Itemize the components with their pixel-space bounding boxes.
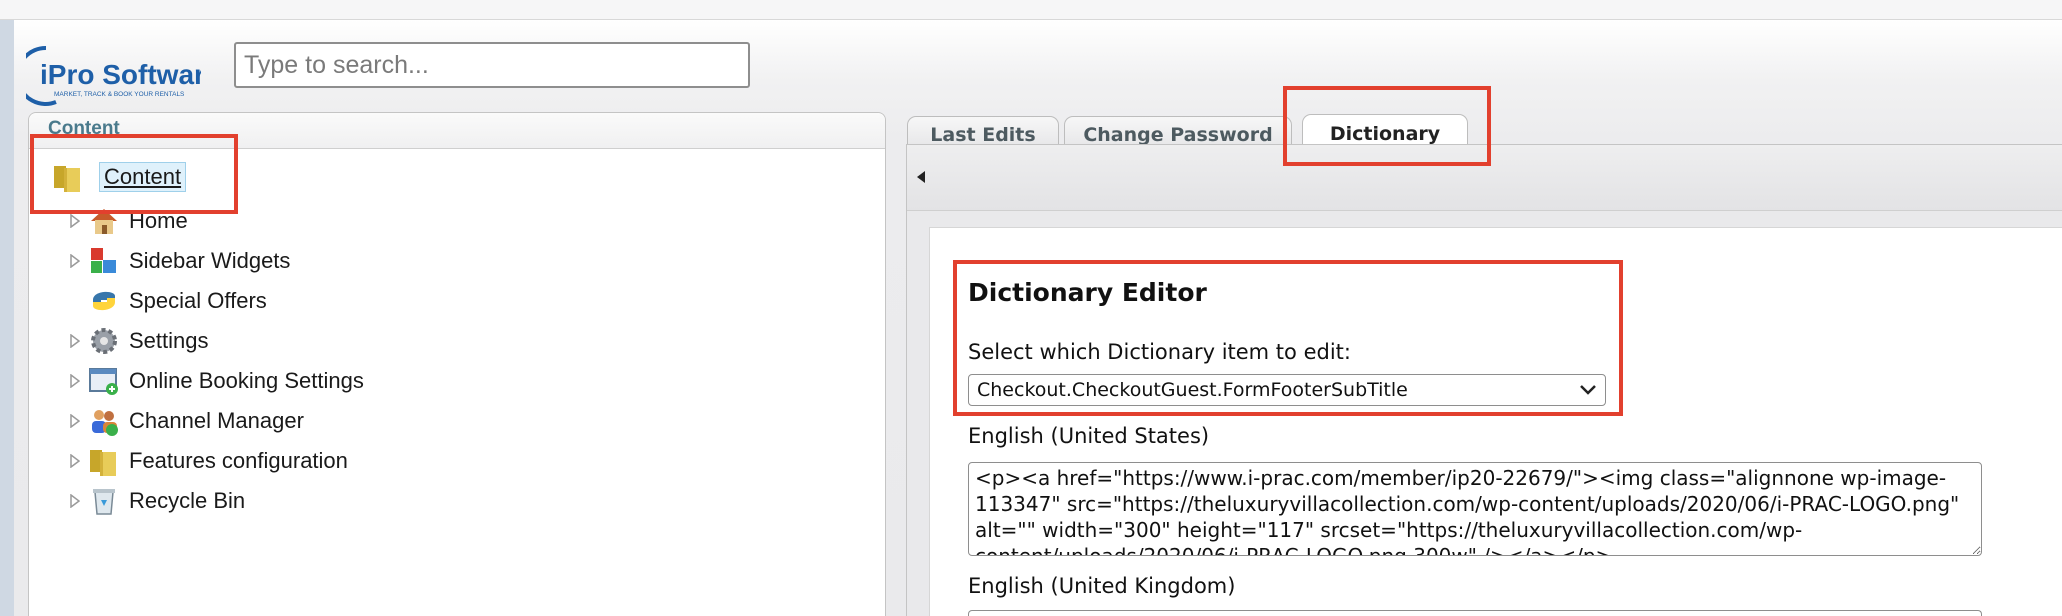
tree-root-content[interactable]: Content xyxy=(51,157,187,197)
users-icon xyxy=(87,404,121,438)
expand-arrow-icon[interactable] xyxy=(65,491,85,511)
folder-icon xyxy=(51,160,85,194)
top-strip xyxy=(0,0,2062,20)
booking-settings-icon xyxy=(87,364,121,398)
language-label-en-us: English (United States) xyxy=(968,424,1210,448)
expand-arrow-icon[interactable] xyxy=(65,251,85,271)
tree-item-recycle-bin[interactable]: Recycle Bin xyxy=(65,483,245,519)
dictionary-item-select[interactable]: Checkout.CheckoutGuest.FormFooterSubTitl… xyxy=(968,374,1606,406)
folder-icon xyxy=(87,444,121,478)
content-tree-panel: Content Content Home Sidebar Widgets Spe… xyxy=(28,112,886,616)
tab-label: Change Password xyxy=(1083,123,1273,146)
collapse-left-icon[interactable] xyxy=(913,167,929,187)
tree-item-home[interactable]: Home xyxy=(65,203,188,239)
language-label-en-gb: English (United Kingdom) xyxy=(968,574,1236,598)
tree-item-label: Settings xyxy=(129,328,209,353)
gear-icon xyxy=(87,324,121,358)
expand-arrow-icon[interactable] xyxy=(65,371,85,391)
tree-item-label: Home xyxy=(129,208,188,233)
translation-field-en-us[interactable]: <p><a href="https://www.i-prac.com/membe… xyxy=(968,462,1982,556)
expand-arrow-icon[interactable] xyxy=(65,211,85,231)
logo-tagline: MARKET, TRACK & BOOK YOUR RENTALS xyxy=(54,91,185,98)
tree-header: Content xyxy=(29,113,885,149)
logo-text: iPro Software xyxy=(40,59,201,90)
tree-item-label: Features configuration xyxy=(129,448,348,473)
tree-header-label: Content xyxy=(48,118,120,139)
tree-item-label: Special Offers xyxy=(129,288,267,313)
tree-item-label: Online Booking Settings xyxy=(129,368,364,393)
ipro-logo-icon: iPro Software MARKET, TRACK & BOOK YOUR … xyxy=(15,45,220,106)
tree-item-label: Channel Manager xyxy=(129,408,304,433)
editor-title: Dictionary Editor xyxy=(968,278,1207,307)
tree-item-special-offers[interactable]: Special Offers xyxy=(65,283,267,319)
dictionary-item-value: Checkout.CheckoutGuest.FormFooterSubTitl… xyxy=(977,379,1408,401)
left-gutter xyxy=(0,20,14,616)
tree-item-channel-manager[interactable]: Channel Manager xyxy=(65,403,304,439)
expand-arrow-icon[interactable] xyxy=(65,331,85,351)
expand-arrow-icon[interactable] xyxy=(65,411,85,431)
python-icon xyxy=(87,284,121,318)
tree-item-features-configuration[interactable]: Features configuration xyxy=(65,443,348,479)
dictionary-panel: Dictionary Editor Select which Dictionar… xyxy=(906,144,2062,616)
search-input[interactable] xyxy=(234,42,750,88)
panel-toolbar xyxy=(907,145,2062,211)
home-icon xyxy=(87,204,121,238)
recycle-bin-icon xyxy=(87,484,121,518)
tree-item-sidebar-widgets[interactable]: Sidebar Widgets xyxy=(65,243,290,279)
tree-item-online-booking-settings[interactable]: Online Booking Settings xyxy=(65,363,364,399)
tab-label: Dictionary xyxy=(1329,122,1441,145)
translation-field-en-gb[interactable] xyxy=(968,610,1982,616)
widgets-icon xyxy=(87,244,121,278)
ipro-logo[interactable]: iPro Software MARKET, TRACK & BOOK YOUR … xyxy=(15,42,220,106)
tab-label: Last Edits xyxy=(930,123,1036,146)
tree-root-label[interactable]: Content xyxy=(99,162,187,192)
tree-item-settings[interactable]: Settings xyxy=(65,323,209,359)
select-label: Select which Dictionary item to edit: xyxy=(968,340,1351,364)
tree-item-label: Recycle Bin xyxy=(129,488,246,513)
chevron-down-icon xyxy=(1579,381,1597,400)
tree-item-label: Sidebar Widgets xyxy=(129,248,291,273)
dictionary-editor: Dictionary Editor Select which Dictionar… xyxy=(929,227,2062,616)
expand-arrow-icon[interactable] xyxy=(65,451,85,471)
